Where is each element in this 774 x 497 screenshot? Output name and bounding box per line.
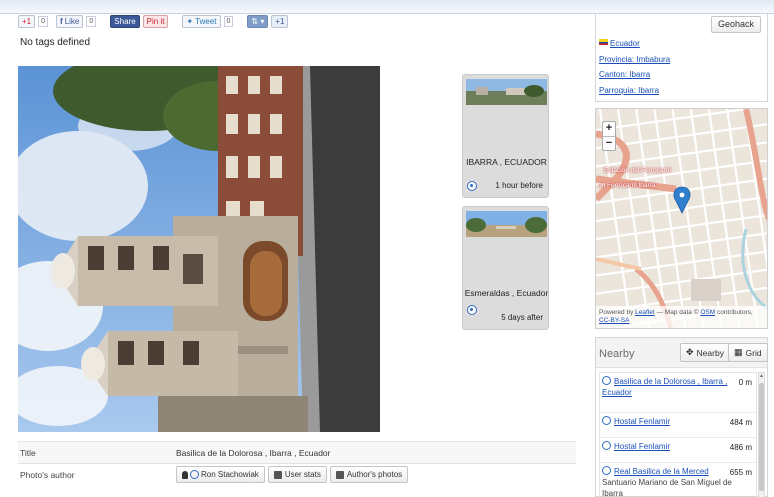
map-tiles	[596, 109, 767, 328]
compass-icon	[602, 416, 611, 425]
facebook-like-count: 0	[86, 15, 97, 27]
map-attribution: Powered by Leaflet — Map data © OSM cont…	[596, 306, 767, 328]
geo-link-parish[interactable]: Parroquia: Ibarra	[599, 86, 670, 102]
nearby-distance: 484 m	[729, 418, 752, 427]
previous-photo-card[interactable]: IBARRA , ECUADOR 1 hour before	[462, 74, 549, 198]
twitter-bird-icon: ✦	[186, 16, 194, 26]
compass-icon	[467, 305, 477, 315]
geo-link-province[interactable]: Provincia: Imbabura	[599, 55, 670, 71]
tags-text: No tags defined	[20, 37, 91, 48]
zoom-in-button[interactable]: +	[603, 122, 615, 136]
compass-icon	[467, 181, 477, 191]
zoom-out-button[interactable]: −	[603, 136, 615, 150]
author-profile-button[interactable]: Ron Stachowiak	[176, 466, 265, 483]
nearby-title: Nearby	[599, 348, 635, 360]
nearby-link[interactable]: Hostal Fenlamir	[614, 442, 670, 451]
map-zoom-control: + −	[602, 121, 616, 151]
author-label: Photo's author	[20, 470, 75, 480]
nearby-subtitle: Santuario Mariano de San Miguel de Ibarr…	[602, 478, 732, 497]
facebook-icon: f	[60, 16, 63, 26]
location-map[interactable]: + − Estación del Ferrocarril on Ferrocar…	[595, 108, 768, 329]
nearby-link[interactable]: Hostal Fenlamir	[614, 417, 670, 426]
facebook-share-button[interactable]: Share	[110, 14, 140, 28]
user-stats-button[interactable]: User stats	[267, 466, 327, 483]
nearby-header: Nearby ✥ Nearby ▦ Grid	[596, 338, 768, 368]
grid-icon: ▦	[734, 347, 743, 357]
next-photo-card[interactable]: Esmeraldas , Ecuador 5 days after	[462, 206, 549, 330]
browser-top-edge	[0, 0, 774, 14]
osm-link[interactable]: OSM	[700, 309, 715, 316]
author-row: Photo's author Ron Stachowiak User stats…	[18, 463, 576, 485]
map-label-station: Estación del Ferrocarril	[604, 167, 671, 174]
pinterest-pin-button[interactable]: Pin it	[142, 14, 169, 28]
google-plus-count: 0	[38, 15, 49, 27]
facebook-like-button[interactable]: f Like	[56, 14, 84, 28]
author-buttons: Ron Stachowiak User stats Author's photo…	[176, 466, 411, 483]
list-item: Basilica de la Dolorosa , Ibarra , Ecuad…	[600, 373, 756, 413]
title-value: Basilica de la Dolorosa , Ibarra , Ecuad…	[176, 448, 331, 458]
stats-icon	[273, 470, 282, 479]
basilica-photo-image	[18, 66, 380, 432]
compass-icon	[190, 470, 199, 479]
nearby-distance: 0 m	[738, 378, 752, 387]
user-icon	[182, 470, 188, 479]
next-photo-time: 5 days after	[501, 313, 543, 322]
photos-icon	[335, 470, 344, 479]
next-thumbnail-image	[466, 211, 547, 237]
nearby-link[interactable]: Basilica de la Dolorosa , Ibarra , Ecuad…	[602, 377, 727, 397]
nearby-list: Basilica de la Dolorosa , Ibarra , Ecuad…	[599, 372, 757, 497]
geo-link-canton[interactable]: Canton: Ibarra	[599, 70, 670, 86]
nearby-distance: 486 m	[729, 443, 752, 452]
photo-page: +1 0 f Like 0 Share Pin it ✦ Tweet 0 ⇅ ▾ +…	[0, 0, 774, 497]
previous-photo-time: 1 hour before	[495, 181, 543, 190]
title-label: Title	[20, 448, 36, 458]
photo-info-table: Title Basilica de la Dolorosa , Ibarra ,…	[18, 441, 576, 485]
nearby-link[interactable]: Real Basilica de la Merced	[614, 467, 709, 476]
compass-icon	[602, 466, 611, 475]
scroll-up-arrow-icon[interactable]: ▲	[759, 373, 764, 380]
geo-link-country[interactable]: Ecuador	[599, 39, 670, 55]
map-label-railway: on Ferrocarril Ibarra	[598, 182, 656, 189]
compass-icon	[602, 376, 611, 385]
list-item: Real Basilica de la Merced 655 m Santuar…	[600, 463, 756, 497]
social-share-bar: +1 0 f Like 0 Share Pin it ✦ Tweet 0 ⇅ ▾ +…	[18, 14, 291, 28]
share-arrows-icon: ⇅ ▾	[251, 16, 265, 26]
tweet-button[interactable]: ✦ Tweet	[182, 14, 221, 28]
ecuador-flag-icon	[599, 39, 608, 45]
grid-view-button[interactable]: ▦ Grid	[728, 343, 768, 362]
nearby-view-button[interactable]: ✥ Nearby	[680, 343, 730, 362]
scrollbar-thumb[interactable]	[759, 383, 764, 491]
plus-one-button[interactable]: +1	[271, 14, 289, 28]
geo-location-box: Geohack Ecuador Provincia: Imbabura Cant…	[595, 14, 768, 102]
nearby-scrollbar[interactable]: ▲	[758, 372, 765, 497]
stumble-button[interactable]: ⇅ ▾	[247, 14, 269, 28]
license-link[interactable]: CC-BY-SA	[599, 317, 629, 324]
list-item: Hostal Fenlamir 484 m	[600, 413, 756, 438]
previous-photo-place: IBARRA , ECUADOR	[466, 157, 547, 167]
main-photo[interactable]	[18, 66, 380, 432]
list-item: Hostal Fenlamir 486 m	[600, 438, 756, 463]
nearby-panel: Nearby ✥ Nearby ▦ Grid Basilica de la Dolo…	[595, 337, 768, 497]
tweet-count: 0	[223, 15, 234, 27]
nearby-distance: 655 m	[729, 468, 752, 477]
geo-breadcrumb-links: Ecuador Provincia: Imbabura Canton: Ibar…	[599, 39, 670, 101]
geohack-button[interactable]: Geohack	[710, 16, 761, 33]
next-photo-place: Esmeraldas , Ecuador	[464, 288, 549, 298]
author-photos-button[interactable]: Author's photos	[329, 466, 409, 483]
move-arrows-icon: ✥	[686, 347, 694, 357]
previous-photo-thumbnail	[466, 79, 547, 105]
leaflet-link[interactable]: Leaflet	[635, 309, 655, 316]
title-row: Title Basilica de la Dolorosa , Ibarra ,…	[18, 441, 576, 463]
next-photo-thumbnail	[466, 211, 547, 237]
google-plus-button[interactable]: +1	[18, 14, 36, 28]
previous-thumbnail-image	[466, 79, 547, 105]
compass-icon	[602, 441, 611, 450]
